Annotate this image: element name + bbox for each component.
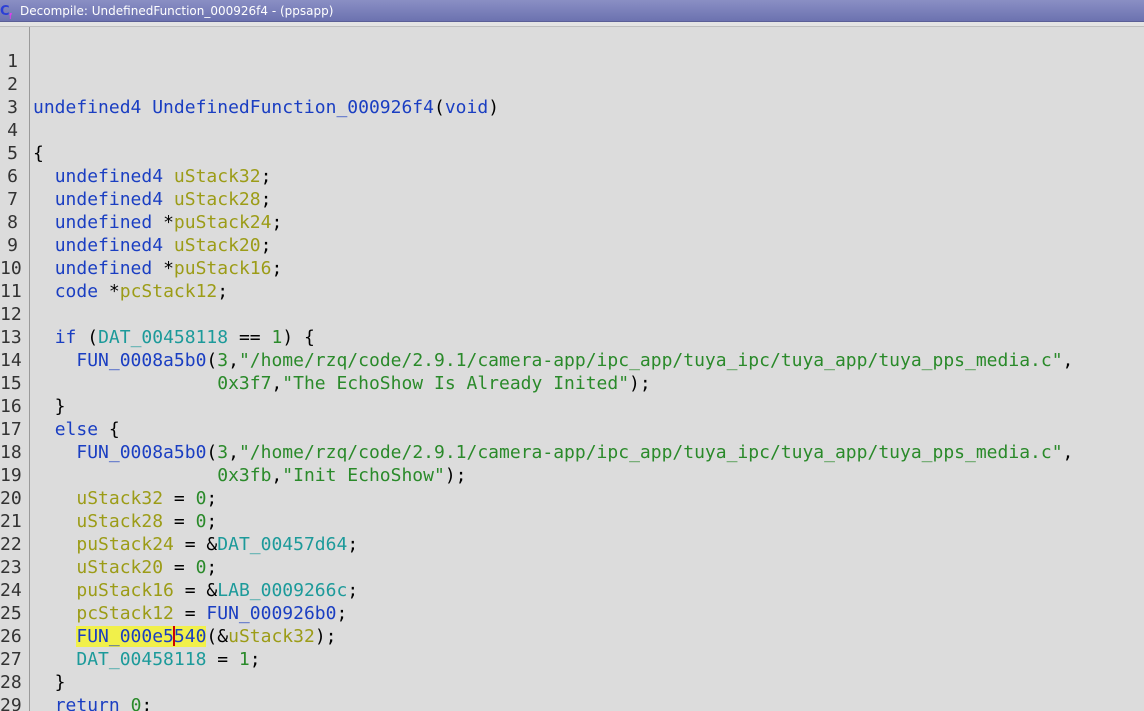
code-line[interactable]: 17 FUN_0008a5b0(3,"/home/rzq/code/2.9.1/… [0, 395, 1144, 463]
code-line[interactable]: 15 } [0, 349, 1144, 417]
code-line[interactable]: 28 return 0; [0, 648, 1144, 711]
code-line[interactable]: 12 if (DAT_00458118 == 1) { [0, 280, 1144, 348]
code-line[interactable]: 19 uStack32 = 0; [0, 441, 1144, 509]
code-line[interactable]: 2 undefined4 UndefinedFunction_000926f4(… [0, 50, 1144, 118]
decompiler-icon: C f [0, 2, 16, 20]
code-line[interactable]: 6 undefined4 uStack28; [0, 142, 1144, 210]
code-line[interactable]: 16 else { [0, 372, 1144, 440]
code-line[interactable]: 10 code *pcStack12; [0, 234, 1144, 302]
code-line[interactable]: 24 pcStack12 = FUN_000926b0; [0, 556, 1144, 624]
code-line[interactable]: 5 undefined4 uStack32; [0, 119, 1144, 187]
code-line[interactable]: 23 puStack16 = &LAB_0009266c; [0, 533, 1144, 601]
code-line[interactable]: 4 { [0, 96, 1144, 164]
code-line[interactable]: 3 [0, 73, 1144, 118]
code-line[interactable]: 25 FUN_000e5540(&uStack32); [0, 579, 1144, 647]
code-line[interactable]: 29 } [0, 671, 1144, 711]
code-line[interactable]: 21 puStack24 = &DAT_00457d64; [0, 487, 1144, 555]
code-line[interactable]: 30 [0, 694, 1144, 711]
code-line[interactable]: 22 uStack20 = 0; [0, 510, 1144, 578]
code-line[interactable]: 20 uStack28 = 0; [0, 464, 1144, 532]
code-line[interactable]: 27 } [0, 625, 1144, 693]
code-line[interactable]: 13 FUN_0008a5b0(3,"/home/rzq/code/2.9.1/… [0, 303, 1144, 371]
code-line[interactable]: 9 undefined *puStack16; [0, 211, 1144, 279]
window-title: Decompile: UndefinedFunction_000926f4 - … [20, 3, 334, 18]
code-line[interactable]: 11 [0, 257, 1144, 302]
window-title-bar[interactable]: C f Decompile: UndefinedFunction_000926f… [0, 0, 1144, 22]
code-line[interactable]: 14 0x3f7,"The EchoShow Is Already Inited… [0, 326, 1144, 394]
code-line[interactable]: 1 [0, 27, 1144, 72]
code-line[interactable]: 8 undefined4 uStack20; [0, 188, 1144, 256]
code-line[interactable]: 7 undefined *puStack24; [0, 165, 1144, 233]
code-line[interactable]: 26 DAT_00458118 = 1; [0, 602, 1144, 670]
decompiler-code-view[interactable]: 1 2 undefined4 UndefinedFunction_000926f… [0, 27, 1144, 711]
svg-text:f: f [9, 12, 12, 20]
code-line[interactable]: 18 0x3fb,"Init EchoShow"); [0, 418, 1144, 486]
